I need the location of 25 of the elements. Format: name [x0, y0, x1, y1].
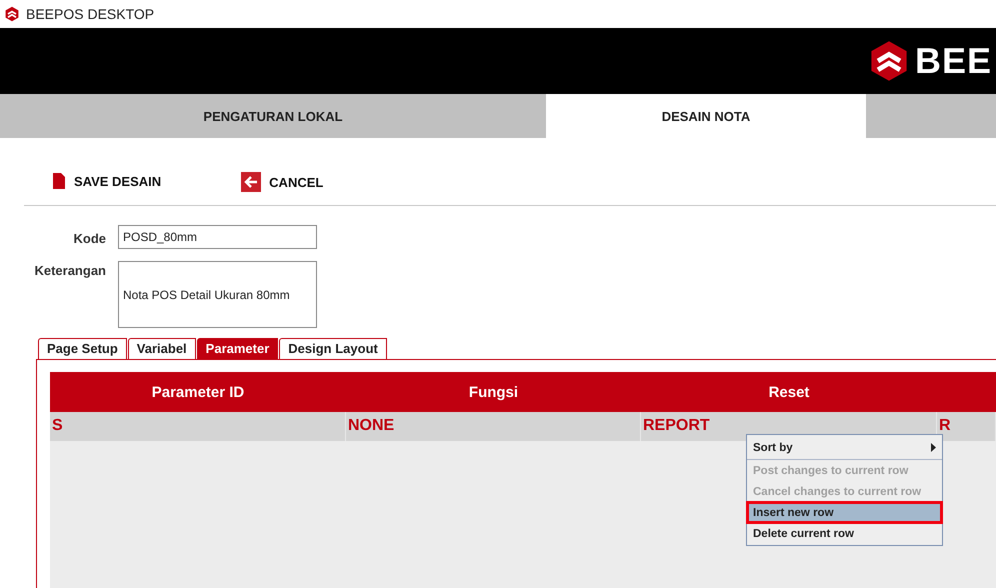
tab[interactable]: Variabel: [128, 338, 196, 359]
column-header: Fungsi: [346, 372, 641, 412]
menu-item[interactable]: Sort by: [747, 436, 942, 460]
document-icon: [52, 172, 66, 190]
menu-item[interactable]: Delete current row: [747, 523, 942, 544]
menu-item[interactable]: Insert new row: [747, 502, 942, 523]
logo-text: BEE: [914, 40, 992, 82]
tab[interactable]: PENGATURAN LOKAL: [0, 94, 546, 138]
text-area[interactable]: Nota POS Detail Ukuran 80mm: [118, 261, 317, 328]
column-header: [937, 372, 996, 412]
field-label: Kode: [72, 230, 106, 248]
save-button[interactable]: SAVE DESAIN: [52, 172, 162, 190]
tab[interactable]: Design Layout: [279, 338, 387, 359]
logo-icon: [4, 6, 20, 22]
field-label: Keterangan: [33, 262, 106, 280]
table-cell: NONE: [346, 412, 641, 441]
window-title: BEEPOS DESKTOP: [26, 6, 154, 22]
tab[interactable]: Page Setup: [38, 338, 127, 359]
tab[interactable]: [866, 94, 996, 138]
column-header: Parameter ID: [50, 372, 346, 412]
tab[interactable]: Parameter: [196, 338, 278, 359]
column-header: Reset: [641, 372, 937, 412]
cancel-button[interactable]: CANCEL: [241, 172, 324, 192]
table-cell: S: [50, 412, 346, 441]
input-field[interactable]: POSD_80mm: [118, 225, 317, 249]
